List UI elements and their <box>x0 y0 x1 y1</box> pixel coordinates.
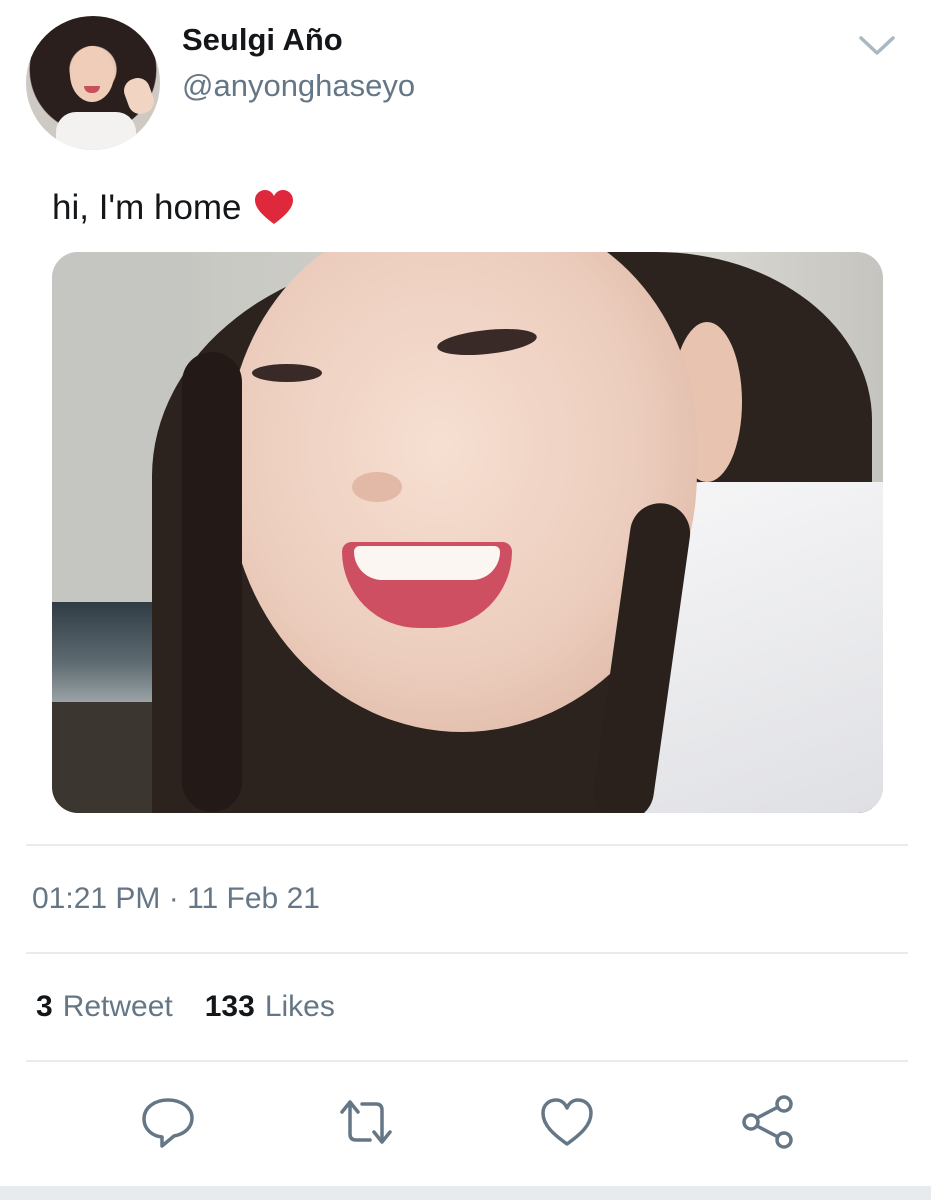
reply-icon[interactable] <box>140 1094 196 1150</box>
tweet-stats: 3 Retweet 133 Likes <box>36 990 335 1024</box>
divider <box>26 844 908 846</box>
chevron-down-icon[interactable] <box>858 34 896 58</box>
likes-count[interactable]: 133 <box>205 990 255 1024</box>
divider <box>26 1060 908 1062</box>
tweet-action-bar <box>0 1094 931 1158</box>
retweet-label[interactable]: Retweet <box>63 990 173 1024</box>
tweet-text-content: hi, I'm home <box>52 188 242 227</box>
likes-label[interactable]: Likes <box>265 990 335 1024</box>
tweet-media-photo[interactable] <box>52 252 883 813</box>
bottom-edge <box>0 1186 931 1200</box>
author-handle[interactable]: @anyonghaseyo <box>182 68 415 104</box>
tweet-timestamp[interactable]: 01:21 PM · 11 Feb 21 <box>32 882 320 916</box>
retweet-count[interactable]: 3 <box>36 990 53 1024</box>
like-icon[interactable] <box>539 1094 595 1150</box>
share-icon[interactable] <box>740 1094 796 1150</box>
red-heart-emoji-icon <box>254 190 294 226</box>
author-avatar[interactable] <box>26 16 160 150</box>
tweet-header: Seulgi Año @anyonghaseyo <box>0 0 931 160</box>
retweet-icon[interactable] <box>338 1094 394 1150</box>
tweet-text: hi, I'm home <box>52 188 294 228</box>
author-display-name[interactable]: Seulgi Año <box>182 22 343 58</box>
divider <box>26 952 908 954</box>
